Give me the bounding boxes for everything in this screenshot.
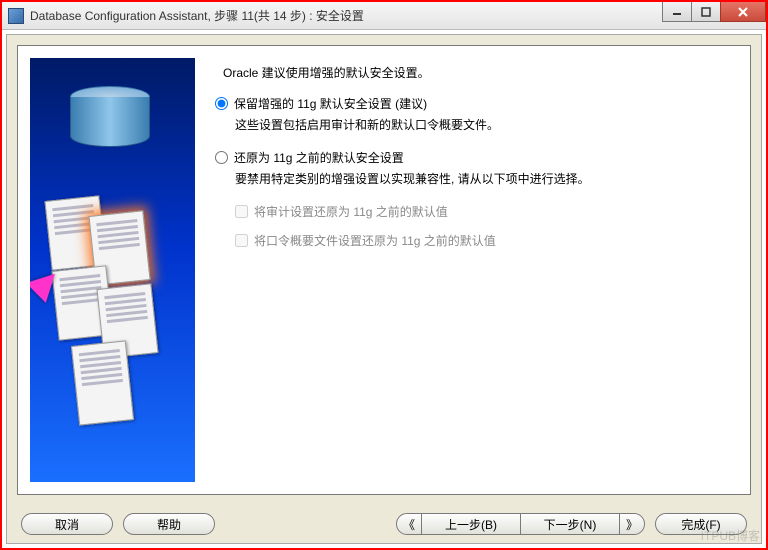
radio-revert[interactable]: [215, 151, 228, 164]
maximize-button[interactable]: [691, 2, 721, 22]
close-icon: [737, 6, 749, 18]
option-revert[interactable]: 还原为 11g 之前的默认安全设置: [215, 149, 730, 166]
titlebar: Database Configuration Assistant, 步骤 11(…: [2, 2, 766, 30]
database-icon: [70, 86, 150, 156]
window-controls: [663, 2, 766, 22]
document-icon: [71, 340, 134, 425]
option-revert-label: 还原为 11g 之前的默认安全设置: [234, 149, 404, 166]
finish-button[interactable]: 完成(F): [655, 513, 747, 535]
app-icon: [8, 8, 24, 24]
wizard-frame: Oracle 建议使用增强的默认安全设置。 保留增强的 11g 默认安全设置 (…: [6, 34, 762, 544]
check-revert-password: 将口令概要文件设置还原为 11g 之前的默认值: [235, 232, 730, 249]
checkbox-revert-audit: [235, 205, 248, 218]
option-keep-enhanced-desc: 这些设置包括启用审计和新的默认口令概要文件。: [235, 116, 730, 133]
minimize-button[interactable]: [662, 2, 692, 22]
window-title: Database Configuration Assistant, 步骤 11(…: [30, 7, 364, 24]
minimize-icon: [672, 7, 682, 17]
next-button[interactable]: 下一步(N): [520, 513, 620, 535]
radio-keep-enhanced[interactable]: [215, 97, 228, 110]
nav-group: 《 上一步(B) 下一步(N) 》: [396, 513, 645, 535]
check-revert-audit: 将审计设置还原为 11g 之前的默认值: [235, 203, 730, 220]
close-button[interactable]: [720, 2, 766, 22]
checkbox-revert-password: [235, 234, 248, 247]
cancel-button[interactable]: 取消: [21, 513, 113, 535]
back-button[interactable]: 上一步(B): [421, 513, 521, 535]
back-arrow-button[interactable]: 《: [396, 513, 422, 535]
check-revert-password-label: 将口令概要文件设置还原为 11g 之前的默认值: [254, 232, 496, 249]
maximize-icon: [701, 7, 711, 17]
option-revert-desc: 要禁用特定类别的增强设置以实现兼容性, 请从以下项中进行选择。: [235, 170, 730, 187]
content-area: Oracle 建议使用增强的默认安全设置。 保留增强的 11g 默认安全设置 (…: [17, 45, 751, 495]
next-arrow-button[interactable]: 》: [619, 513, 645, 535]
option-keep-enhanced[interactable]: 保留增强的 11g 默认安全设置 (建议): [215, 95, 730, 112]
options-panel: Oracle 建议使用增强的默认安全设置。 保留增强的 11g 默认安全设置 (…: [195, 46, 750, 494]
help-button[interactable]: 帮助: [123, 513, 215, 535]
check-revert-audit-label: 将审计设置还原为 11g 之前的默认值: [254, 203, 448, 220]
button-bar: 取消 帮助 《 上一步(B) 下一步(N) 》 完成(F): [7, 505, 761, 543]
option-keep-enhanced-label: 保留增强的 11g 默认安全设置 (建议): [234, 95, 427, 112]
illustration-panel: [30, 58, 195, 482]
intro-text: Oracle 建议使用增强的默认安全设置。: [223, 64, 730, 81]
